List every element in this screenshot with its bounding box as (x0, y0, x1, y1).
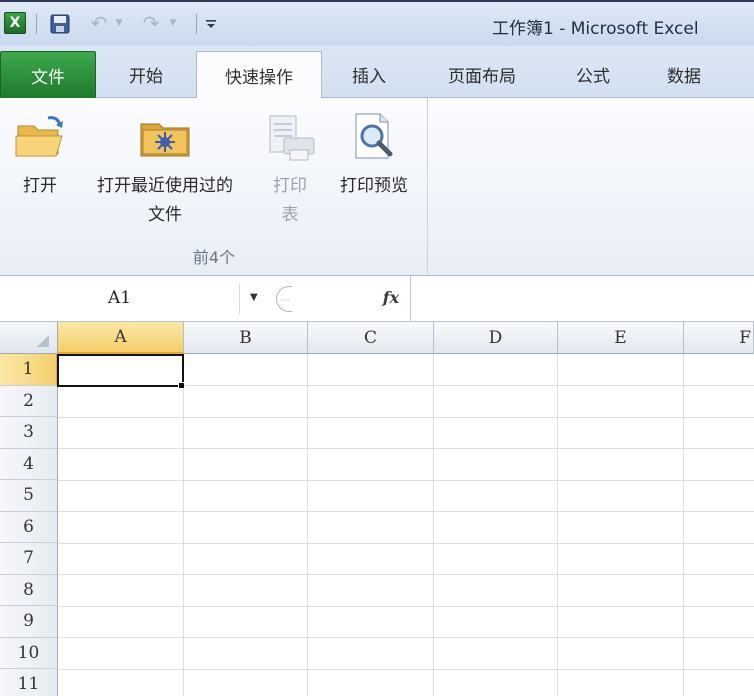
select-all-button[interactable] (0, 322, 58, 354)
row-header-7[interactable]: 7 (0, 543, 58, 575)
excel-app-icon[interactable]: X (4, 12, 26, 34)
print-preview-button[interactable]: 打印预览 (326, 98, 422, 201)
customize-qat-icon[interactable] (204, 14, 218, 34)
worksheet-grid[interactable]: A B C D E F 1 2 3 4 5 6 7 8 9 10 11 (0, 322, 754, 696)
grid-line (307, 354, 308, 696)
window-title: 工作簿1 - Microsoft Excel (492, 19, 699, 39)
row-header-11[interactable]: 11 (0, 669, 58, 696)
row-header-3[interactable]: 3 (0, 417, 58, 449)
redo-dropdown-icon[interactable]: ▼ (168, 17, 178, 29)
recent-folder-icon (137, 110, 193, 166)
ribbon-panel: 打开 打开最近使用过的 文件 打印 表 打印预览 前4个 (0, 98, 754, 276)
name-box-value: A1 (108, 288, 132, 308)
fill-handle[interactable] (178, 382, 185, 389)
grid-line (433, 354, 434, 696)
active-cell-a1[interactable] (57, 354, 184, 387)
insert-function-icon[interactable]: fx (378, 288, 404, 310)
qat-separator (196, 14, 197, 34)
row-header-5[interactable]: 5 (0, 480, 58, 512)
grid-line (183, 354, 184, 696)
open-button[interactable]: 打开 (8, 98, 72, 201)
column-header-c[interactable]: C (308, 322, 434, 354)
column-header-d[interactable]: D (434, 322, 558, 354)
ribbon-group: 打开 打开最近使用过的 文件 打印 表 打印预览 前4个 (0, 98, 428, 274)
grid-line (58, 511, 754, 512)
ribbon-tab-bar: 文件 开始 快速操作 插入 页面布局 公式 数据 (0, 46, 754, 99)
row-header-10[interactable]: 10 (0, 637, 58, 669)
tab-page-layout[interactable]: 页面布局 (424, 51, 540, 98)
open-recent-button-label: 打开最近使用过的 文件 (97, 176, 233, 225)
tab-formulas[interactable]: 公式 (558, 51, 628, 98)
print-preview-button-label: 打印预览 (340, 176, 408, 196)
formula-bar: A1 ▼ ⋯ fx (0, 276, 754, 322)
tab-insert[interactable]: 插入 (334, 51, 404, 98)
grid-line (58, 574, 754, 575)
row-header-4[interactable]: 4 (0, 448, 58, 480)
grid-line (58, 416, 754, 418)
row-header-8[interactable]: 8 (0, 574, 58, 606)
undo-icon[interactable]: ↶ (88, 11, 110, 35)
column-header-a[interactable]: A (58, 322, 184, 354)
redo-icon[interactable]: ↷ (140, 11, 162, 35)
name-box[interactable]: A1 (0, 284, 240, 314)
open-recent-button[interactable]: 打开最近使用过的 文件 (78, 98, 252, 230)
grid-line (58, 637, 754, 638)
grid-line (58, 448, 754, 449)
tab-home[interactable]: 开始 (110, 51, 182, 98)
grid-line (58, 605, 754, 607)
qat-separator (36, 14, 37, 34)
ribbon-group-label: 前4个 (192, 248, 236, 267)
grid-line (683, 354, 684, 696)
row-header-2[interactable]: 2 (0, 385, 58, 417)
print-preview-icon (346, 110, 402, 166)
title-bar: X ↶ ▼ ↷ ▼ 工作簿1 - Microsoft Excel (0, 0, 754, 46)
tab-quick-actions[interactable]: 快速操作 (196, 51, 322, 99)
row-header-6[interactable]: 6 (0, 511, 58, 543)
print-table-button-label: 打印 表 (273, 176, 307, 225)
undo-dropdown-icon[interactable]: ▼ (114, 17, 124, 29)
tab-data[interactable]: 数据 (648, 51, 720, 98)
open-button-label: 打开 (23, 176, 57, 196)
column-header-b[interactable]: B (184, 322, 308, 354)
formula-input[interactable] (410, 276, 754, 322)
name-box-dropdown-icon[interactable]: ▼ (250, 292, 264, 306)
tab-file[interactable]: 文件 (0, 51, 96, 98)
grid-line (58, 542, 754, 544)
open-folder-icon (12, 110, 68, 166)
row-header-9[interactable]: 9 (0, 606, 58, 638)
grid-line (58, 668, 754, 670)
column-header-e[interactable]: E (558, 322, 684, 354)
formula-bar-handle-icon[interactable]: ⋯ (276, 286, 292, 312)
print-table-button[interactable]: 打印 表 (258, 98, 322, 230)
grid-line (58, 479, 754, 481)
save-icon[interactable] (50, 14, 70, 34)
print-table-icon (262, 110, 318, 166)
column-header-f[interactable]: F (684, 322, 754, 354)
grid-line (557, 354, 558, 696)
row-header-1[interactable]: 1 (0, 354, 58, 386)
